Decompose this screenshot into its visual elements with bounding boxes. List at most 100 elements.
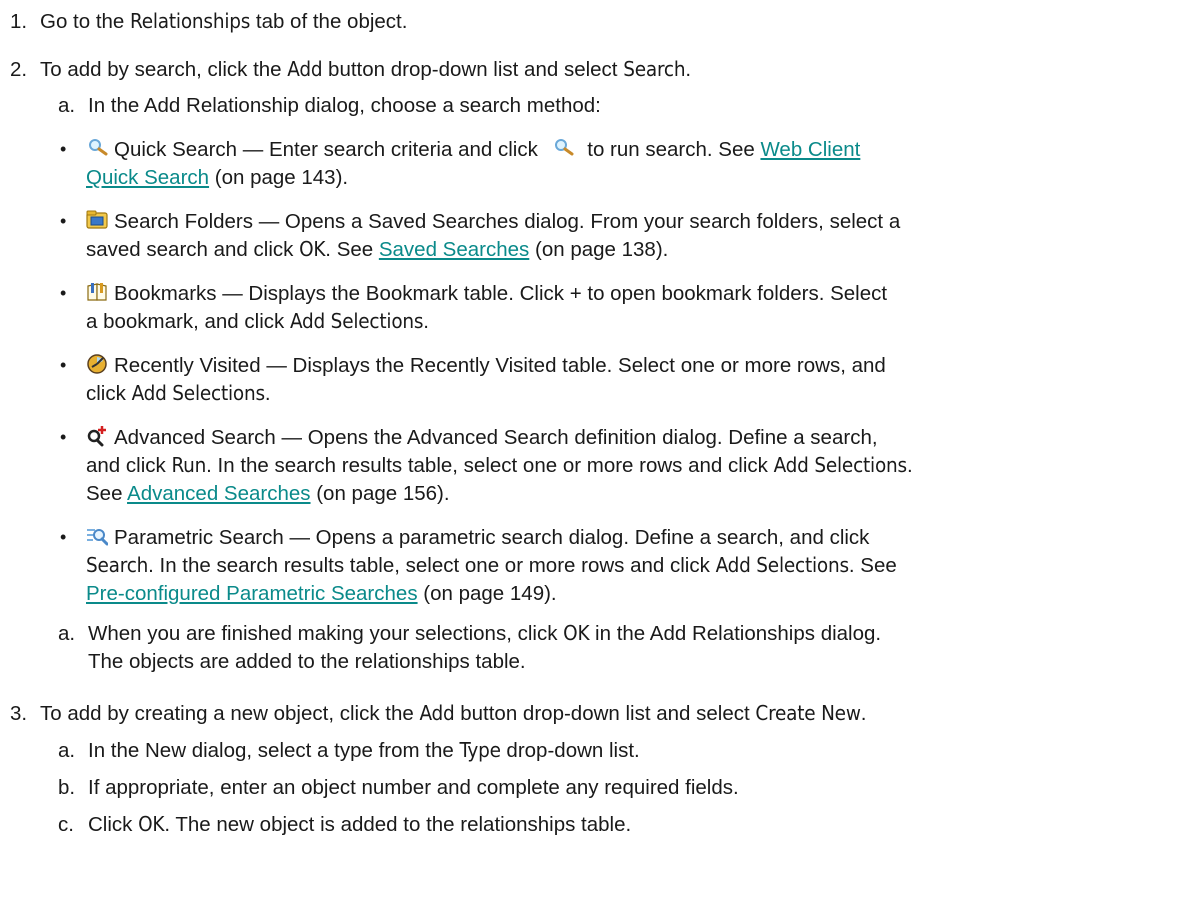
bullet-text: Recently Visited — Displays the Recently… (86, 352, 886, 379)
ui-term-add-selections: Add Selections (289, 309, 424, 333)
sub-letter: a. (58, 622, 76, 645)
text: in the Add Relationships dialog. (589, 622, 882, 645)
step-text: To add by creating a new object, click t… (40, 700, 866, 727)
text: and click (86, 454, 172, 477)
text: When you are finished making your select… (88, 622, 564, 645)
text: To add by search, click the (40, 58, 288, 81)
bullet: • (60, 527, 67, 547)
text: Go to the (40, 10, 131, 33)
method-name: Recently Visited (114, 354, 261, 377)
text: See (86, 482, 128, 505)
sub-text-line2: The objects are added to the relationshi… (88, 650, 526, 673)
sub-text: Click OK. The new object is added to the… (88, 811, 631, 838)
bullet-text: Bookmarks — Displays the Bookmark table.… (86, 280, 887, 307)
bookmark-book-icon (86, 281, 108, 303)
step-2: 2. To add by search, click the Add butto… (10, 56, 1170, 84)
text: In the New dialog, select a type from th… (88, 739, 460, 762)
text: — Enter search criteria and click (237, 138, 544, 161)
sub-text: If appropriate, enter an object number a… (88, 776, 739, 799)
step-number: 1. (10, 10, 28, 33)
text: button drop-down list and select (322, 58, 624, 81)
document-page: 1. Go to the Relationships tab of the ob… (0, 0, 1188, 903)
text: a bookmark, and click (86, 310, 290, 333)
step-3a: a. In the New dialog, select a type from… (58, 737, 1168, 765)
step-3c: c. Click OK. The new object is added to … (58, 811, 1168, 839)
sub-text: When you are finished making your select… (88, 620, 881, 647)
text: drop-down list. (500, 739, 640, 762)
link-advanced-searches[interactable]: Advanced Searches (127, 482, 310, 505)
recently-visited-icon (86, 353, 108, 375)
step-2-final: a. When you are finished making your sel… (58, 620, 1168, 676)
method-name: Search Folders (114, 210, 254, 233)
link-web-client-quick-search[interactable]: Web Client (760, 138, 860, 161)
text: — Opens a parametric search dialog. Defi… (283, 526, 870, 549)
text: . (264, 382, 271, 405)
parametric-search-icon (86, 525, 108, 547)
bullet-text-line2: a bookmark, and click Add Selections. (86, 308, 429, 335)
ui-term-type: Type (459, 738, 501, 762)
sub-letter: c. (58, 813, 74, 836)
ui-term-add-selections: Add Selections (131, 381, 266, 405)
text: To add by creating a new object, click t… (40, 702, 420, 725)
ui-term-relationships: Relationships (130, 9, 251, 33)
link-pre-configured-parametric-searches[interactable]: Pre-configured Parametric Searches (86, 582, 418, 605)
sub-letter: b. (58, 776, 76, 799)
bullet-text-line3: Pre-configured Parametric Searches (on p… (86, 580, 557, 607)
bullet-text: Quick Search — Enter search criteria and… (86, 136, 860, 163)
folder-search-icon (86, 209, 108, 231)
step-1: 1. Go to the Relationships tab of the ob… (10, 8, 1170, 36)
step-number: 2. (10, 58, 28, 81)
link-web-client-quick-search-cont[interactable]: Quick Search (86, 166, 209, 189)
ui-term-run: Run (171, 453, 207, 477)
ui-term-create-new: Create New (755, 701, 861, 725)
page-ref: (on page 149). (417, 582, 557, 605)
method-name: Quick Search (114, 138, 238, 161)
text: . The new object is added to the relatio… (164, 813, 632, 836)
bullet-quick-search: • Quick Search — Enter search criteria a… (60, 136, 1170, 192)
sub-letter: a. (58, 94, 76, 117)
bullet: • (60, 139, 67, 159)
text: saved search and click (86, 238, 300, 261)
text: — Opens the Advanced Search definition d… (275, 426, 878, 449)
sub-letter: a. (58, 739, 76, 762)
bullet-text: Search Folders — Opens a Saved Searches … (86, 208, 900, 235)
magnifier-icon (86, 137, 108, 159)
ui-term-ok: OK (138, 812, 165, 836)
step-text: To add by search, click the Add button d… (40, 56, 691, 83)
magnifier-icon (552, 137, 574, 159)
bullet: • (60, 427, 67, 447)
method-name: Parametric Search (114, 526, 284, 549)
step-3: 3. To add by creating a new object, clic… (10, 700, 1180, 728)
text: click (86, 382, 132, 405)
text: . (906, 454, 913, 477)
text: button drop-down list and select (454, 702, 756, 725)
ui-term-ok: OK (299, 237, 326, 261)
page-ref: (on page 156). (310, 482, 450, 505)
bullet-text-line2: Quick Search (on page 143). (86, 164, 348, 191)
text: . See (325, 238, 379, 261)
method-name: Advanced Search (114, 426, 276, 449)
bullet-text-line2: click Add Selections. (86, 380, 271, 407)
bullet-text: Parametric Search — Opens a parametric s… (86, 524, 869, 551)
sub-text: In the Add Relationship dialog, choose a… (88, 94, 601, 117)
bullet-recently-visited: • Recently Visited — Displays the Recent… (60, 352, 1170, 408)
bullet: • (60, 283, 67, 303)
step-2a: a. In the Add Relationship dialog, choos… (58, 92, 1158, 120)
ui-term-add: Add (419, 701, 455, 725)
bullet: • (60, 355, 67, 375)
text: . In the search results table, select on… (148, 554, 716, 577)
advanced-search-icon (86, 425, 108, 447)
ui-term-search: Search (623, 57, 686, 81)
text: . (860, 702, 867, 725)
bullet-search-folders: • Search Folders — Opens a Saved Searche… (60, 208, 1170, 264)
text: Click (88, 813, 139, 836)
text: — Displays the Bookmark table. Click + t… (216, 282, 888, 305)
ui-term-ok: OK (563, 621, 590, 645)
text: — Opens a Saved Searches dialog. From yo… (253, 210, 901, 233)
page-ref: (on page 143). (209, 166, 349, 189)
bullet-text-line3: See Advanced Searches (on page 156). (86, 480, 450, 507)
link-saved-searches[interactable]: Saved Searches (379, 238, 529, 261)
bullet-text-line2: and click Run. In the search results tab… (86, 452, 913, 479)
bullet-text-line2: Search. In the search results table, sel… (86, 552, 897, 579)
ui-term-search: Search (86, 553, 149, 577)
